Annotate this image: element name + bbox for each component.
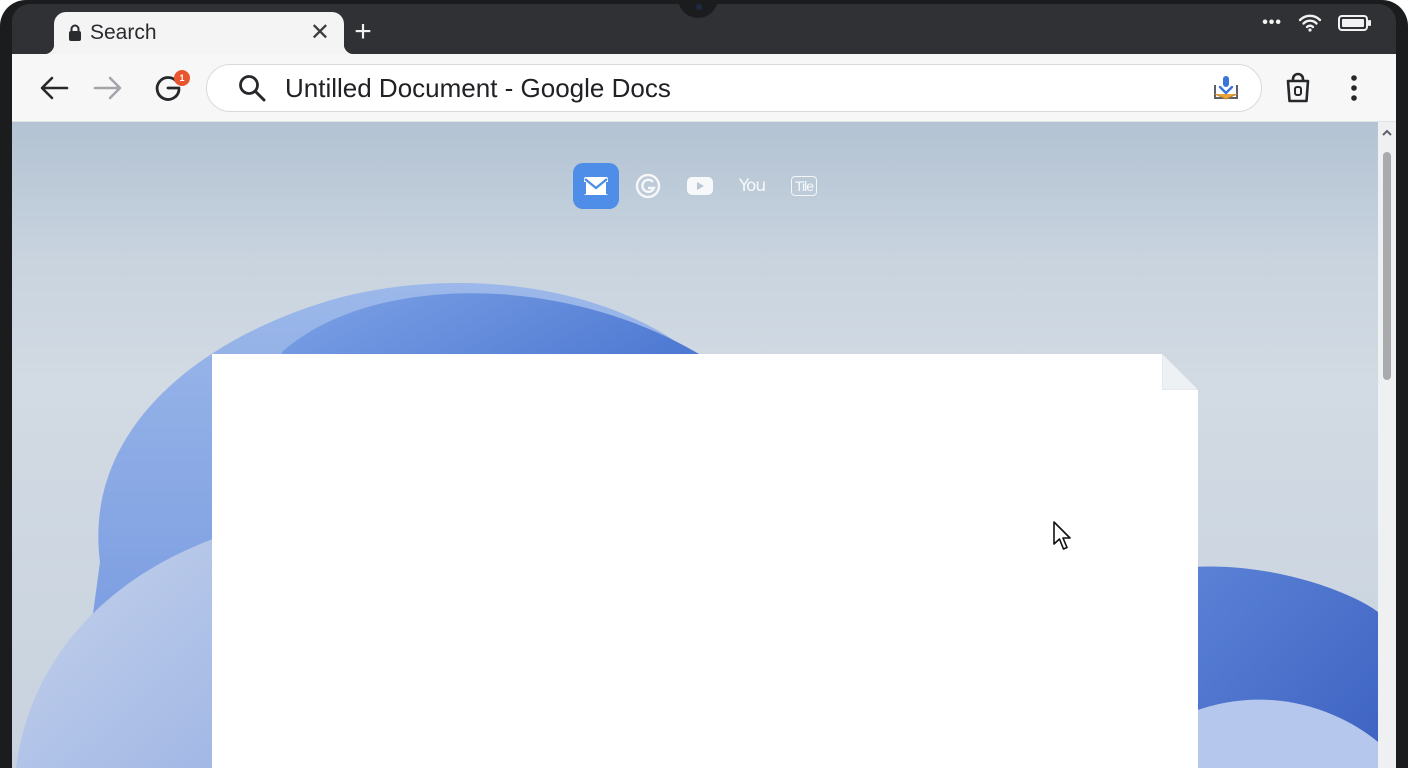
notification-badge: 1 bbox=[174, 70, 190, 86]
extensions-button[interactable] bbox=[1280, 70, 1316, 106]
more-dots-icon: ••• bbox=[1262, 14, 1282, 31]
new-tab-page: You Tile bbox=[12, 122, 1378, 768]
close-tab-icon[interactable]: ✕ bbox=[310, 21, 330, 45]
arrow-left-icon bbox=[40, 76, 69, 100]
scroll-thumb[interactable] bbox=[1383, 152, 1391, 380]
search-icon bbox=[239, 75, 266, 102]
page-fold-corner bbox=[1162, 354, 1198, 390]
new-tab-button[interactable]: + bbox=[348, 17, 378, 48]
more-vert-icon bbox=[1351, 75, 1357, 101]
address-bar[interactable]: Untilled Document - Google Docs bbox=[206, 64, 1262, 112]
youtube-play-icon bbox=[687, 177, 713, 195]
reload-button[interactable]: 1 bbox=[150, 70, 190, 106]
arrow-right-icon bbox=[93, 76, 122, 100]
shortcut-you-label: You bbox=[738, 176, 766, 196]
tab-title: Search bbox=[90, 21, 157, 44]
shortcut-mail[interactable] bbox=[570, 162, 622, 210]
tab-search[interactable]: Search ✕ bbox=[44, 12, 354, 54]
address-bar-text: Untilled Document - Google Docs bbox=[285, 72, 671, 103]
camera-lens bbox=[696, 4, 702, 10]
google-g-icon bbox=[635, 173, 661, 199]
shortcut-tile-label: Tile bbox=[790, 176, 818, 196]
wifi-icon bbox=[1298, 14, 1322, 32]
install-app-icon[interactable] bbox=[1211, 73, 1241, 103]
status-bar: ••• bbox=[1262, 14, 1372, 32]
bag-icon bbox=[1286, 72, 1310, 103]
scroll-up-icon[interactable] bbox=[1381, 128, 1393, 138]
page-scrollbar[interactable] bbox=[1378, 122, 1396, 768]
battery-icon bbox=[1338, 15, 1371, 31]
document-page[interactable] bbox=[212, 354, 1198, 768]
lock-icon bbox=[69, 24, 81, 41]
shortcut-row: You Tile bbox=[570, 162, 830, 210]
menu-button[interactable] bbox=[1336, 70, 1372, 106]
device-frame: Search ✕ + ••• 1 Untilled Document - Goo… bbox=[0, 0, 1408, 768]
browser-toolbar: 1 Untilled Document - Google Docs bbox=[12, 54, 1396, 122]
shortcut-you[interactable]: You bbox=[726, 162, 778, 210]
shortcut-google[interactable] bbox=[622, 162, 674, 210]
mail-icon bbox=[573, 163, 619, 209]
back-button[interactable] bbox=[36, 70, 72, 106]
shortcut-tile[interactable]: Tile bbox=[778, 162, 830, 210]
forward-button[interactable] bbox=[90, 70, 126, 106]
shortcut-youtube[interactable] bbox=[674, 162, 726, 210]
screen: Search ✕ + ••• 1 Untilled Document - Goo… bbox=[12, 4, 1396, 768]
